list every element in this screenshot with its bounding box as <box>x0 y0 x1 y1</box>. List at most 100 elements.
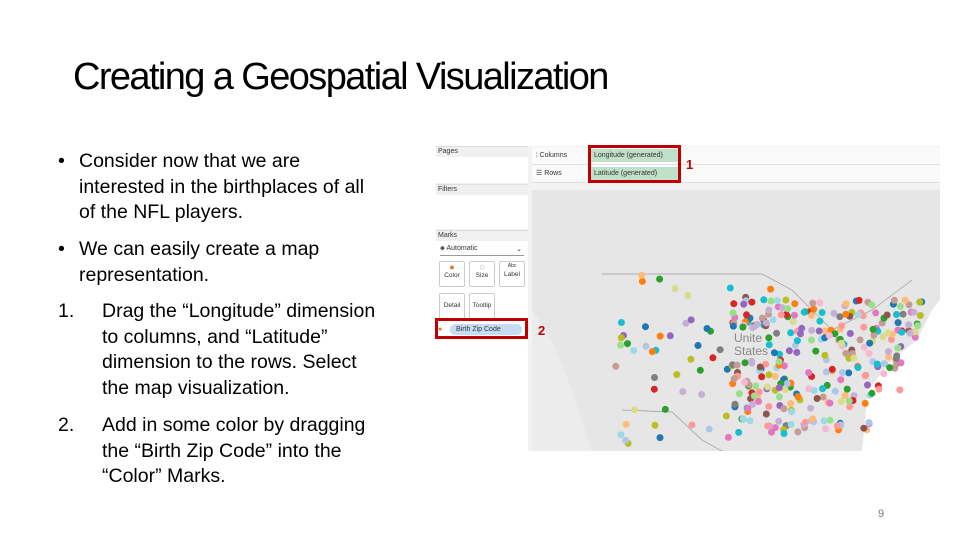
color-mark-button[interactable]: ● Color <box>439 261 465 287</box>
birthplace-dot <box>793 348 801 356</box>
birthplace-dot <box>775 417 783 425</box>
birthplace-dot <box>787 421 795 428</box>
birthplace-dot <box>837 339 845 347</box>
birthplace-dot <box>729 322 737 330</box>
chevron-down-icon: ⌄ <box>516 246 522 253</box>
birthplace-dot <box>656 275 664 283</box>
birthplace-dot <box>808 326 816 334</box>
birthplace-dot <box>783 380 791 388</box>
birthplace-dot <box>617 334 625 342</box>
birthplace-dot <box>780 430 788 437</box>
birthplace-dot <box>821 351 829 359</box>
birthplace-dot <box>894 319 902 327</box>
birthplace-dot <box>709 354 717 362</box>
birthplace-dot <box>722 412 730 420</box>
birthplace-dot <box>801 418 809 426</box>
size-label: Size <box>475 272 489 279</box>
callout-box-1 <box>588 145 681 183</box>
birthplace-dot <box>861 372 869 380</box>
mark-type-icon: ⬥ <box>440 245 445 252</box>
label-icon: Abc <box>507 263 517 269</box>
birthplace-dot <box>879 333 887 341</box>
birthplace-dot <box>762 410 770 418</box>
birthplace-dot <box>819 393 827 401</box>
birthplace-dot <box>883 311 891 319</box>
birthplace-dot <box>661 405 669 413</box>
birthplace-dot <box>805 385 813 393</box>
birthplace-dot <box>741 359 749 367</box>
birthplace-dot <box>820 417 828 425</box>
birthplace-dot <box>880 370 888 378</box>
birthplace-dot <box>775 384 783 392</box>
birthplace-dot <box>765 341 773 349</box>
map-view[interactable]: Unite States <box>532 190 940 451</box>
label-mark-button[interactable]: Abc Label <box>499 261 525 287</box>
detail-label: Detail <box>443 302 461 309</box>
birthplace-dot <box>846 330 854 337</box>
birthplace-dot <box>892 354 900 362</box>
birthplace-dot <box>831 387 839 395</box>
birthplace-dot <box>630 347 638 354</box>
bullet-line: the map visualization. <box>102 376 290 399</box>
birthplace-dot <box>756 363 764 371</box>
birthplace-dot <box>648 348 656 356</box>
birthplace-dot <box>744 404 752 412</box>
birthplace-dot <box>638 271 646 279</box>
bullet-line: We can easily create a map <box>79 238 320 260</box>
birthplace-dot <box>854 311 862 319</box>
birthplace-dot <box>845 369 853 377</box>
birthplace-dot <box>656 332 664 340</box>
columns-label: Columns <box>539 152 568 159</box>
birthplace-dot <box>741 378 749 386</box>
birthplace-dot <box>787 400 795 408</box>
birthplace-dot <box>750 392 758 400</box>
birthplace-dot <box>748 298 756 306</box>
birthplace-dot <box>899 310 907 318</box>
columns-icon: ⦙ <box>536 152 538 159</box>
birthplace-dot <box>743 311 750 319</box>
bullet-marker: 1. <box>58 300 75 322</box>
tooltip-mark-button[interactable]: Tooltip <box>469 293 495 319</box>
map-country-label: States <box>734 344 768 358</box>
birthplace-dot <box>735 428 743 436</box>
birthplace-dot <box>894 344 902 352</box>
filters-label: Filters <box>436 185 528 195</box>
birthplace-dot <box>809 415 817 423</box>
birthplace-dot <box>869 325 877 333</box>
birthplace-dot <box>812 347 820 355</box>
bullet-line: interested in the birthplaces of all <box>79 175 365 198</box>
birthplace-dot <box>890 296 898 304</box>
birthplace-dot <box>809 299 817 307</box>
birthplace-dot <box>794 428 802 436</box>
birthplace-dot <box>671 285 679 292</box>
birthplace-dot <box>807 404 815 412</box>
bullet-line: Drag the “Longitude” dimension <box>102 300 376 322</box>
birthplace-dot <box>910 308 918 316</box>
tooltip-label: Tooltip <box>472 302 492 309</box>
birthplace-dot <box>782 296 790 304</box>
color-icon: ● <box>449 262 455 272</box>
birthplace-dot <box>687 355 695 363</box>
map-country-label: Unite <box>734 331 762 345</box>
birthplace-dot <box>651 374 658 381</box>
birthplace-dot <box>638 277 646 285</box>
birthplace-dot <box>893 311 900 318</box>
pages-label: Pages <box>436 147 528 157</box>
birthplace-dot <box>860 323 868 331</box>
birthplace-dot <box>631 406 638 414</box>
size-mark-button[interactable]: ◌ Size <box>469 261 495 287</box>
detail-mark-button[interactable]: Detail <box>439 293 465 319</box>
birthplace-dot <box>617 319 625 326</box>
birthplace-dot <box>798 324 806 332</box>
bullet-line: of the NFL players. <box>79 201 244 224</box>
birthplace-dot <box>854 364 862 371</box>
birthplace-dot <box>705 425 713 433</box>
size-icon: ◌ <box>479 262 485 272</box>
birthplace-dot <box>838 322 846 330</box>
mark-type-dropdown[interactable]: ⬥ Automatic ⌄ <box>440 245 524 256</box>
birthplace-dot <box>758 373 766 381</box>
birthplace-dot <box>791 311 798 319</box>
birthplace-dot <box>826 399 834 407</box>
birthplace-dot <box>735 390 743 398</box>
birthplace-dot <box>679 388 687 396</box>
